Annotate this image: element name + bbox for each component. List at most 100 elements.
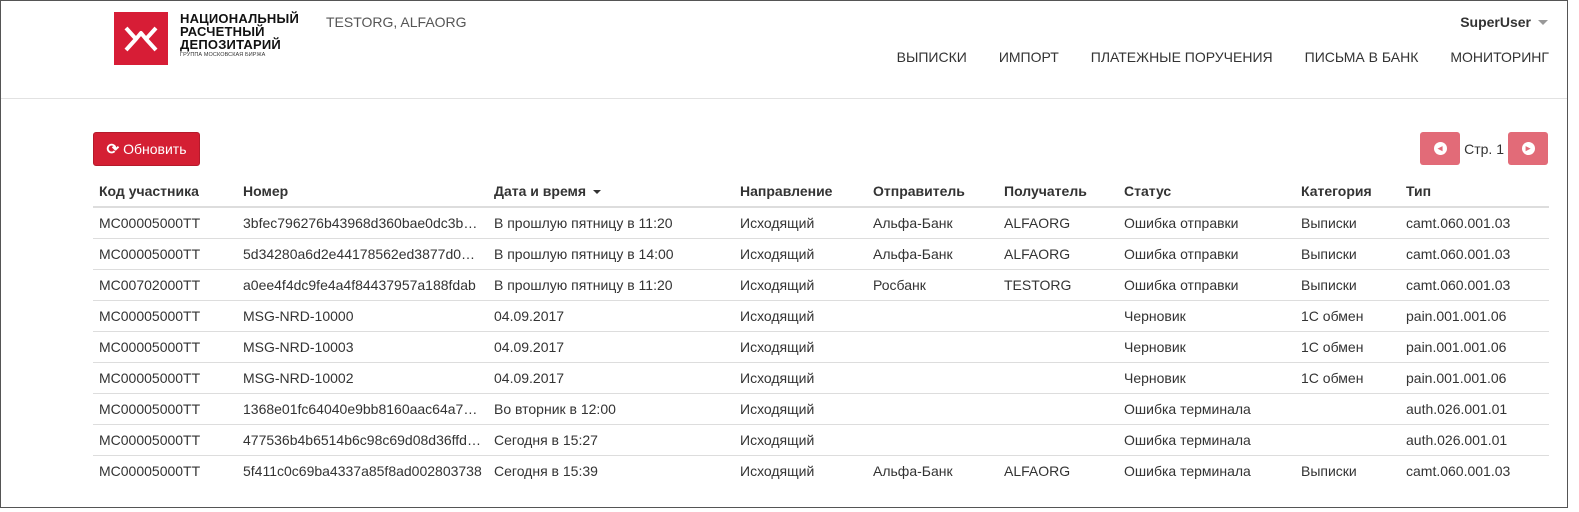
cell-status: Ошибка терминала xyxy=(1118,454,1295,486)
cell-type: auth.026.001.01 xyxy=(1400,423,1549,455)
cell-direction: Исходящий xyxy=(734,237,867,269)
cell-direction: Исходящий xyxy=(734,330,867,362)
logo-text: НАЦИОНАЛЬНЫЙ РАСЧЕТНЫЙ ДЕПОЗИТАРИЙ ГРУПП… xyxy=(180,12,299,59)
cell-status: Ошибка терминала xyxy=(1118,392,1295,424)
nav-vypiski[interactable]: ВЫПИСКИ xyxy=(897,49,967,65)
cell-type: pain.001.001.06 xyxy=(1400,361,1549,393)
cell-number: MSG-NRD-10003 xyxy=(237,330,488,362)
cell-direction: Исходящий xyxy=(734,423,867,455)
cell-sender xyxy=(867,423,998,455)
current-organizations: TESTORG, ALFAORG xyxy=(326,14,467,30)
cell-status: Ошибка отправки xyxy=(1124,214,1239,231)
cell-datetime: 04.09.2017 xyxy=(488,299,734,331)
cell-participant-code: MC00005000TT xyxy=(93,392,237,424)
cell-number: 3bfec796276b43968d360bae0dc3be… xyxy=(243,214,486,231)
messages-table: Код участника Номер Дата и время Направл… xyxy=(93,176,1549,486)
table-row[interactable]: MC00005000TT 5d34280a6d2e44178562ed3877d0… xyxy=(93,237,1549,269)
cell-participant-code: MC00005000TT xyxy=(93,299,237,331)
page-label: Стр. 1 xyxy=(1464,140,1504,157)
cell-participant-code: MC00005000TT xyxy=(93,361,237,393)
table-header-row: Код участника Номер Дата и время Направл… xyxy=(93,176,1549,208)
cell-direction: Исходящий xyxy=(734,361,867,393)
nav-bank-letters[interactable]: ПИСЬМА В БАНК xyxy=(1305,49,1419,65)
cell-recipient xyxy=(998,423,1118,455)
col-datetime[interactable]: Дата и время xyxy=(488,176,734,208)
logo[interactable]: НАЦИОНАЛЬНЫЙ РАСЧЕТНЫЙ ДЕПОЗИТАРИЙ ГРУПП… xyxy=(114,12,299,65)
refresh-button[interactable]: ⟳ Обновить xyxy=(93,132,200,166)
cell-category xyxy=(1295,392,1400,424)
cell-type: camt.060.001.03 xyxy=(1406,214,1511,231)
cell-datetime: В прошлую пятницу в 11:20 xyxy=(494,214,673,231)
cell-direction: Исходящий xyxy=(734,268,867,300)
cell-number: 5d34280a6d2e44178562ed3877d0e… xyxy=(237,237,488,269)
table-row[interactable]: MC00702000TT a0ee4f4dc9fe4a4f84437957a188… xyxy=(93,268,1549,300)
cell-sender xyxy=(867,392,998,424)
cell-recipient xyxy=(998,361,1118,393)
cell-direction: Исходящий xyxy=(734,299,867,331)
cell-sender: Альфа-Банк xyxy=(867,237,998,269)
user-name: SuperUser xyxy=(1460,14,1531,30)
cell-type: camt.060.001.03 xyxy=(1400,268,1549,300)
cell-recipient: TESTORG xyxy=(998,268,1118,300)
cell-recipient xyxy=(998,299,1118,331)
cell-status: Ошибка терминала xyxy=(1118,423,1295,455)
cell-datetime: 04.09.2017 xyxy=(488,330,734,362)
cell-status: Черновик xyxy=(1118,361,1295,393)
cell-direction: Исходящий xyxy=(734,392,867,424)
refresh-icon: ⟳ xyxy=(106,141,120,158)
nav-monitoring[interactable]: МОНИТОРИНГ xyxy=(1450,49,1549,65)
col-direction[interactable]: Направление xyxy=(734,176,867,208)
table-row[interactable]: MC00005000TT 3bfec796276b43968d360bae0dc3… xyxy=(93,207,1549,238)
cell-number: 5f411c0c69ba4337a85f8ad002803738 xyxy=(237,454,488,486)
table-row[interactable]: MC00005000TT 1368e01fc64040e9bb8160aac64a… xyxy=(93,392,1549,424)
table-row[interactable]: MC00005000TT MSG-NRD-10000 04.09.2017 Исход… xyxy=(93,299,1549,331)
col-recipient[interactable]: Получатель xyxy=(998,176,1118,208)
table-body: MC00005000TT 3bfec796276b43968d360bae0dc3… xyxy=(93,207,1549,486)
cell-sender xyxy=(867,361,998,393)
cell-number: 477536b4b6514b6c98c69d08d36ffd97 xyxy=(237,423,488,455)
cell-status: Черновик xyxy=(1118,330,1295,362)
cell-status: Ошибка отправки xyxy=(1118,237,1295,269)
cell-participant-code: MC00005000TT xyxy=(93,454,237,486)
cell-category: Выписки xyxy=(1295,454,1400,486)
cell-sender: Альфа-Банк xyxy=(867,454,998,486)
cell-direction: Исходящий xyxy=(740,214,815,231)
col-status[interactable]: Статус xyxy=(1118,176,1295,208)
cell-participant-code: MC00005000TT xyxy=(93,237,237,269)
table-row[interactable]: MC00005000TT MSG-NRD-10003 04.09.2017 Исход… xyxy=(93,330,1549,362)
cell-datetime: Во вторник в 12:00 xyxy=(488,392,734,424)
table-row[interactable]: MC00005000TT 5f411c0c69ba4337a85f8ad00280… xyxy=(93,454,1549,486)
cell-type: camt.060.001.03 xyxy=(1400,237,1549,269)
nav-payment-orders[interactable]: ПЛАТЕЖНЫЕ ПОРУЧЕНИЯ xyxy=(1091,49,1273,65)
cell-type: auth.026.001.01 xyxy=(1400,392,1549,424)
cell-type: pain.001.001.06 xyxy=(1400,299,1549,331)
logo-subtitle: ГРУППА МОСКОВСКАЯ БИРЖА xyxy=(180,52,266,58)
col-type[interactable]: Тип xyxy=(1400,176,1549,208)
cell-number: a0ee4f4dc9fe4a4f84437957a188fdab xyxy=(237,268,488,300)
col-participant-code[interactable]: Код участника xyxy=(93,176,237,208)
app-window: НАЦИОНАЛЬНЫЙ РАСЧЕТНЫЙ ДЕПОЗИТАРИЙ ГРУПП… xyxy=(0,0,1568,508)
table-row[interactable]: MC00005000TT MSG-NRD-10002 04.09.2017 Исход… xyxy=(93,361,1549,393)
nsd-logo-icon xyxy=(114,12,168,65)
nav-import[interactable]: ИМПОРТ xyxy=(999,49,1059,65)
cell-sender xyxy=(867,299,998,331)
cell-status: Черновик xyxy=(1118,299,1295,331)
col-number[interactable]: Номер xyxy=(237,176,488,208)
next-page-button[interactable]: ▸ xyxy=(1508,132,1548,165)
cell-number: MSG-NRD-10000 xyxy=(237,299,488,331)
cell-sender: Альфа-Банк xyxy=(873,214,953,231)
cell-category: Выписки xyxy=(1301,214,1357,231)
user-menu[interactable]: SuperUser xyxy=(1460,14,1548,30)
col-category[interactable]: Категория xyxy=(1295,176,1400,208)
caret-down-icon xyxy=(1538,19,1548,25)
header: НАЦИОНАЛЬНЫЙ РАСЧЕТНЫЙ ДЕПОЗИТАРИЙ ГРУПП… xyxy=(1,1,1567,99)
cell-datetime: Сегодня в 15:27 xyxy=(488,423,734,455)
cell-type: pain.001.001.06 xyxy=(1400,330,1549,362)
prev-page-button[interactable]: ◂ xyxy=(1420,132,1461,165)
cell-participant-code: MC00005000TT xyxy=(93,330,237,362)
col-sender[interactable]: Отправитель xyxy=(867,176,998,208)
cell-category: Выписки xyxy=(1295,268,1400,300)
table-row[interactable]: MC00005000TT 477536b4b6514b6c98c69d08d36f… xyxy=(93,423,1549,455)
arrow-left-circle-icon: ◂ xyxy=(1433,142,1447,155)
cell-participant-code: MC00005000TT xyxy=(99,214,201,231)
